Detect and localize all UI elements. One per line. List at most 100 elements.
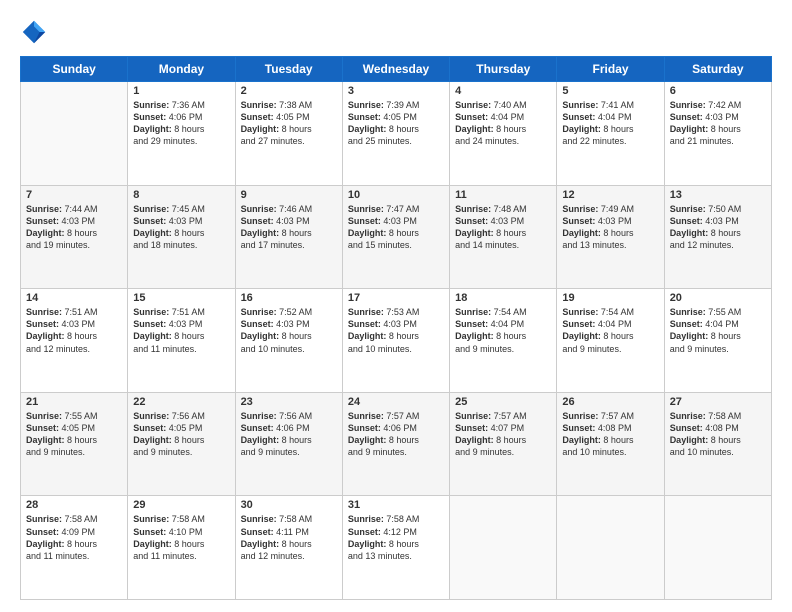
day-info: Sunrise: 7:55 AMSunset: 4:05 PMDaylight:… bbox=[26, 410, 122, 459]
calendar-cell: 24Sunrise: 7:57 AMSunset: 4:06 PMDayligh… bbox=[342, 392, 449, 496]
calendar-cell: 2 Sunrise: 7:38 AMSunset: 4:05 PMDaylight… bbox=[235, 82, 342, 186]
day-header-saturday: Saturday bbox=[664, 57, 771, 82]
calendar-cell: 11 Sunrise: 7:48 AMSunset: 4:03 PMDayligh… bbox=[450, 185, 557, 289]
calendar-week-row: 28 Sunrise: 7:58 AMSunset: 4:09 PMDayligh… bbox=[21, 496, 772, 600]
day-number: 4 bbox=[455, 85, 551, 97]
calendar-cell: 15 Sunrise: 7:51 AMSunset: 4:03 PMDayligh… bbox=[128, 289, 235, 393]
day-info: Sunrise: 7:56 AMSunset: 4:06 PMDaylight:… bbox=[241, 410, 337, 459]
day-number: 9 bbox=[241, 189, 337, 201]
calendar-cell: 14 Sunrise: 7:51 AMSunset: 4:03 PMDayligh… bbox=[21, 289, 128, 393]
day-number: 26 bbox=[562, 396, 658, 408]
day-number: 28 bbox=[26, 499, 122, 511]
day-info: Sunrise: 7:42 AMSunset: 4:03 PMDaylight:… bbox=[670, 99, 766, 148]
day-info: Sunrise: 7:41 AMSunset: 4:04 PMDaylight:… bbox=[562, 99, 658, 148]
day-info: Sunrise: 7:57 AMSunset: 4:08 PMDaylight:… bbox=[562, 410, 658, 459]
day-info: Sunrise: 7:36 AMSunset: 4:06 PMDaylight:… bbox=[133, 99, 229, 148]
calendar-cell bbox=[21, 82, 128, 186]
day-info: Sunrise: 7:49 AMSunset: 4:03 PMDaylight:… bbox=[562, 203, 658, 252]
header bbox=[20, 18, 772, 46]
day-info: Sunrise: 7:54 AMSunset: 4:04 PMDaylight:… bbox=[562, 306, 658, 355]
day-info: Sunrise: 7:40 AMSunset: 4:04 PMDaylight:… bbox=[455, 99, 551, 148]
calendar-cell: 6 Sunrise: 7:42 AMSunset: 4:03 PMDaylight… bbox=[664, 82, 771, 186]
calendar-cell: 12 Sunrise: 7:49 AMSunset: 4:03 PMDayligh… bbox=[557, 185, 664, 289]
day-number: 23 bbox=[241, 396, 337, 408]
day-number: 8 bbox=[133, 189, 229, 201]
calendar-cell: 5 Sunrise: 7:41 AMSunset: 4:04 PMDaylight… bbox=[557, 82, 664, 186]
day-info: Sunrise: 7:58 AMSunset: 4:10 PMDaylight:… bbox=[133, 513, 229, 562]
day-info: Sunrise: 7:51 AMSunset: 4:03 PMDaylight:… bbox=[26, 306, 122, 355]
day-info: Sunrise: 7:39 AMSunset: 4:05 PMDaylight:… bbox=[348, 99, 444, 148]
day-info: Sunrise: 7:58 AMSunset: 4:12 PMDaylight:… bbox=[348, 513, 444, 562]
day-header-tuesday: Tuesday bbox=[235, 57, 342, 82]
day-number: 12 bbox=[562, 189, 658, 201]
day-info: Sunrise: 7:54 AMSunset: 4:04 PMDaylight:… bbox=[455, 306, 551, 355]
day-info: Sunrise: 7:38 AMSunset: 4:05 PMDaylight:… bbox=[241, 99, 337, 148]
day-number: 6 bbox=[670, 85, 766, 97]
day-info: Sunrise: 7:57 AMSunset: 4:07 PMDaylight:… bbox=[455, 410, 551, 459]
day-number: 25 bbox=[455, 396, 551, 408]
day-info: Sunrise: 7:51 AMSunset: 4:03 PMDaylight:… bbox=[133, 306, 229, 355]
page: SundayMondayTuesdayWednesdayThursdayFrid… bbox=[0, 0, 792, 612]
calendar-cell: 19 Sunrise: 7:54 AMSunset: 4:04 PMDayligh… bbox=[557, 289, 664, 393]
day-number: 30 bbox=[241, 499, 337, 511]
day-number: 14 bbox=[26, 292, 122, 304]
day-info: Sunrise: 7:50 AMSunset: 4:03 PMDaylight:… bbox=[670, 203, 766, 252]
calendar-cell: 18 Sunrise: 7:54 AMSunset: 4:04 PMDayligh… bbox=[450, 289, 557, 393]
day-number: 7 bbox=[26, 189, 122, 201]
day-info: Sunrise: 7:58 AMSunset: 4:11 PMDaylight:… bbox=[241, 513, 337, 562]
calendar-cell: 23 Sunrise: 7:56 AMSunset: 4:06 PMDayligh… bbox=[235, 392, 342, 496]
day-number: 11 bbox=[455, 189, 551, 201]
calendar-header-row: SundayMondayTuesdayWednesdayThursdayFrid… bbox=[21, 57, 772, 82]
day-info: Sunrise: 7:47 AMSunset: 4:03 PMDaylight:… bbox=[348, 203, 444, 252]
day-info: Sunrise: 7:44 AMSunset: 4:03 PMDaylight:… bbox=[26, 203, 122, 252]
calendar-cell: 9Sunrise: 7:46 AMSunset: 4:03 PMDaylight… bbox=[235, 185, 342, 289]
calendar-cell: 20 Sunrise: 7:55 AMSunset: 4:04 PMDayligh… bbox=[664, 289, 771, 393]
day-info: Sunrise: 7:58 AMSunset: 4:08 PMDaylight:… bbox=[670, 410, 766, 459]
calendar-cell: 13 Sunrise: 7:50 AMSunset: 4:03 PMDayligh… bbox=[664, 185, 771, 289]
day-number: 31 bbox=[348, 499, 444, 511]
calendar-week-row: 7 Sunrise: 7:44 AMSunset: 4:03 PMDaylight… bbox=[21, 185, 772, 289]
calendar-cell: 29 Sunrise: 7:58 AMSunset: 4:10 PMDayligh… bbox=[128, 496, 235, 600]
day-number: 27 bbox=[670, 396, 766, 408]
calendar-cell: 28 Sunrise: 7:58 AMSunset: 4:09 PMDayligh… bbox=[21, 496, 128, 600]
calendar-week-row: 1 Sunrise: 7:36 AMSunset: 4:06 PMDaylight… bbox=[21, 82, 772, 186]
calendar-cell: 10 Sunrise: 7:47 AMSunset: 4:03 PMDayligh… bbox=[342, 185, 449, 289]
day-number: 21 bbox=[26, 396, 122, 408]
day-number: 19 bbox=[562, 292, 658, 304]
day-header-sunday: Sunday bbox=[21, 57, 128, 82]
calendar-week-row: 21 Sunrise: 7:55 AMSunset: 4:05 PMDayligh… bbox=[21, 392, 772, 496]
day-number: 29 bbox=[133, 499, 229, 511]
day-number: 13 bbox=[670, 189, 766, 201]
day-info: Sunrise: 7:55 AMSunset: 4:04 PMDaylight:… bbox=[670, 306, 766, 355]
calendar-cell: 17Sunrise: 7:53 AMSunset: 4:03 PMDayligh… bbox=[342, 289, 449, 393]
day-number: 15 bbox=[133, 292, 229, 304]
day-number: 20 bbox=[670, 292, 766, 304]
day-number: 5 bbox=[562, 85, 658, 97]
day-number: 2 bbox=[241, 85, 337, 97]
calendar-cell: 25 Sunrise: 7:57 AMSunset: 4:07 PMDayligh… bbox=[450, 392, 557, 496]
calendar-cell: 7 Sunrise: 7:44 AMSunset: 4:03 PMDaylight… bbox=[21, 185, 128, 289]
day-number: 10 bbox=[348, 189, 444, 201]
calendar-cell: 22Sunrise: 7:56 AMSunset: 4:05 PMDayligh… bbox=[128, 392, 235, 496]
calendar-table: SundayMondayTuesdayWednesdayThursdayFrid… bbox=[20, 56, 772, 600]
day-header-thursday: Thursday bbox=[450, 57, 557, 82]
day-info: Sunrise: 7:58 AMSunset: 4:09 PMDaylight:… bbox=[26, 513, 122, 562]
day-info: Sunrise: 7:57 AMSunset: 4:06 PMDaylight:… bbox=[348, 410, 444, 459]
calendar-cell bbox=[557, 496, 664, 600]
day-header-monday: Monday bbox=[128, 57, 235, 82]
day-number: 16 bbox=[241, 292, 337, 304]
logo bbox=[20, 18, 52, 46]
day-number: 18 bbox=[455, 292, 551, 304]
calendar-cell: 3Sunrise: 7:39 AMSunset: 4:05 PMDaylight… bbox=[342, 82, 449, 186]
day-number: 1 bbox=[133, 85, 229, 97]
calendar-cell: 26 Sunrise: 7:57 AMSunset: 4:08 PMDayligh… bbox=[557, 392, 664, 496]
calendar-cell: 30 Sunrise: 7:58 AMSunset: 4:11 PMDayligh… bbox=[235, 496, 342, 600]
day-info: Sunrise: 7:48 AMSunset: 4:03 PMDaylight:… bbox=[455, 203, 551, 252]
calendar-cell: 8Sunrise: 7:45 AMSunset: 4:03 PMDaylight… bbox=[128, 185, 235, 289]
logo-icon bbox=[20, 18, 48, 46]
day-info: Sunrise: 7:56 AMSunset: 4:05 PMDaylight:… bbox=[133, 410, 229, 459]
day-header-wednesday: Wednesday bbox=[342, 57, 449, 82]
calendar-week-row: 14 Sunrise: 7:51 AMSunset: 4:03 PMDayligh… bbox=[21, 289, 772, 393]
day-info: Sunrise: 7:53 AMSunset: 4:03 PMDaylight:… bbox=[348, 306, 444, 355]
day-info: Sunrise: 7:52 AMSunset: 4:03 PMDaylight:… bbox=[241, 306, 337, 355]
